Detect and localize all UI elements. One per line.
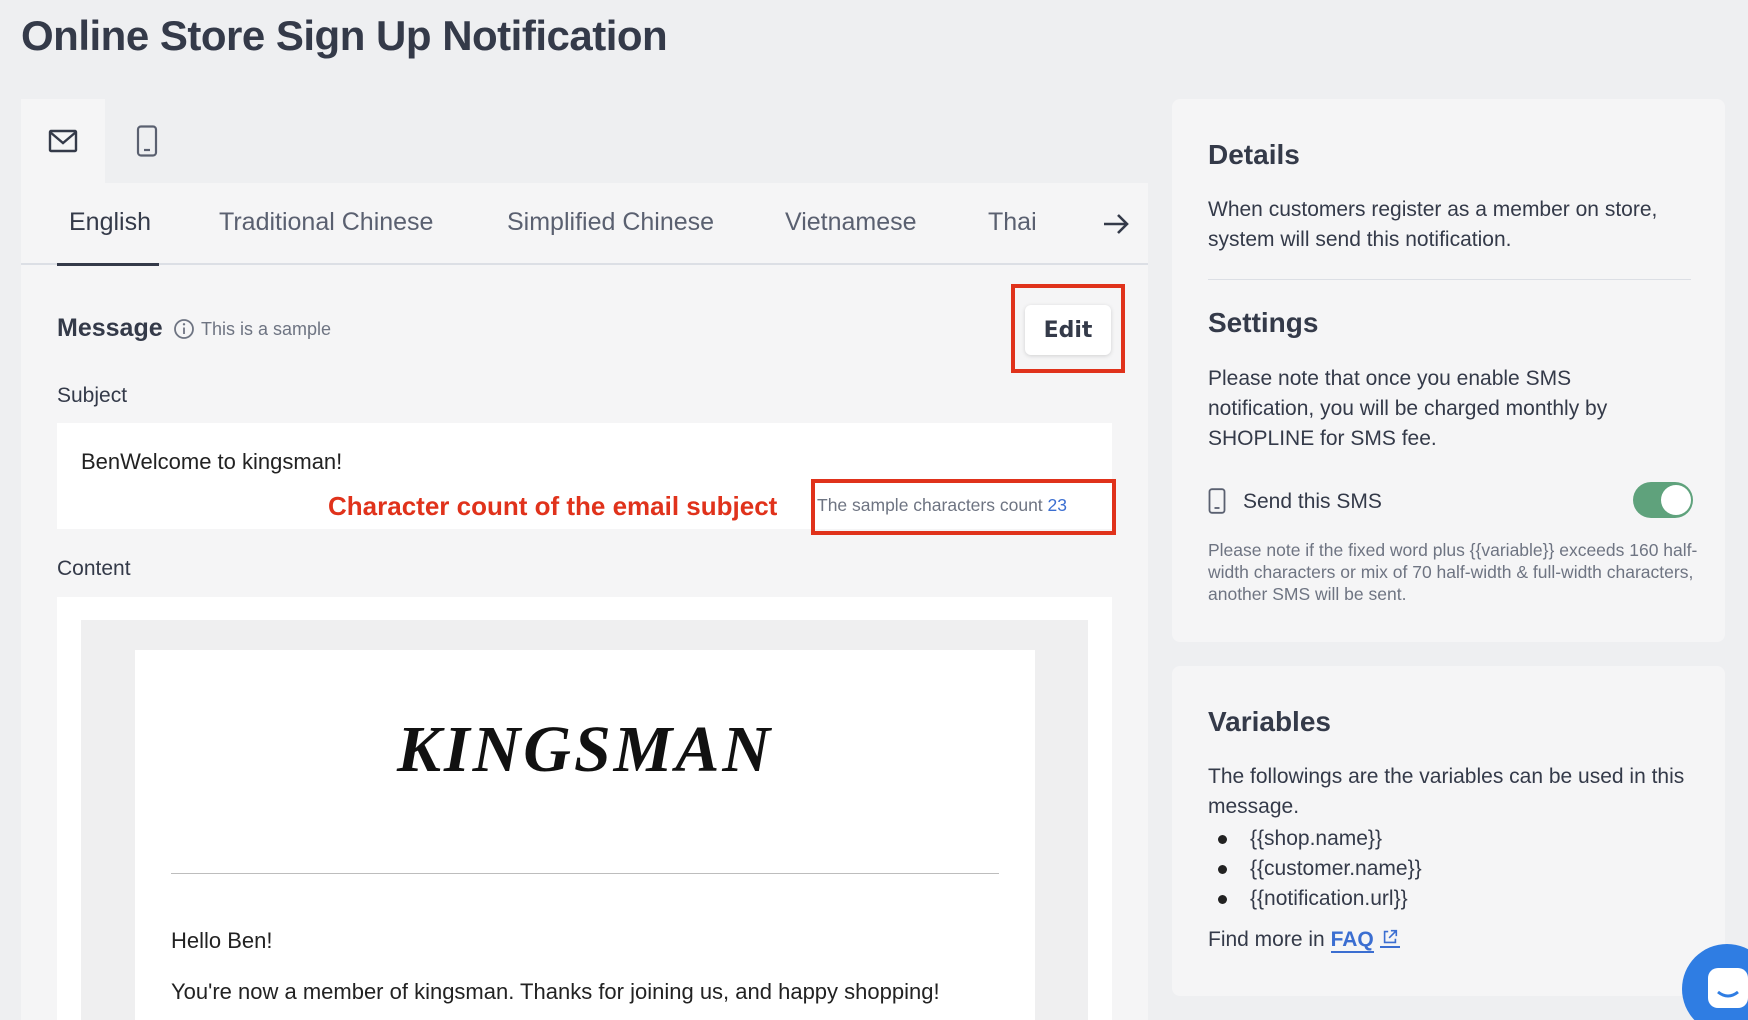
active-tab-indicator <box>57 263 159 266</box>
divider <box>1208 279 1691 280</box>
subject-value: BenWelcome to kingsman! <box>81 449 343 474</box>
external-link-icon[interactable] <box>1379 928 1400 948</box>
brand-logo: KINGSMAN <box>396 713 774 786</box>
faq-prefix: Find more in <box>1208 928 1325 951</box>
email-divider <box>171 873 999 874</box>
envelope-icon <box>48 129 78 153</box>
list-item: {{customer.name}} <box>1208 854 1422 884</box>
chat-icon <box>1708 968 1748 1008</box>
page-title: Online Store Sign Up Notification <box>21 12 668 59</box>
variables-intro: The followings are the variables can be … <box>1208 765 1685 818</box>
message-heading: Message <box>57 314 163 342</box>
details-heading: Details <box>1208 139 1300 170</box>
mobile-phone-icon <box>136 125 158 157</box>
settings-text: Please note that once you enable SMS not… <box>1208 367 1608 450</box>
tab-traditional-chinese[interactable]: Traditional Chinese <box>219 183 433 265</box>
channel-tabs <box>21 99 1148 183</box>
variables-list: {{shop.name}} {{customer.name}} {{notifi… <box>1208 824 1422 914</box>
email-preview: KINGSMAN Hello Ben! You're now a member … <box>135 650 1035 1020</box>
tab-email[interactable] <box>21 99 105 183</box>
tab-english[interactable]: English <box>69 183 151 265</box>
details-text: When customers register as a member on s… <box>1208 198 1658 251</box>
variables-heading: Variables <box>1208 706 1331 737</box>
tab-vietnamese[interactable]: Vietnamese <box>785 183 917 265</box>
character-count-value: 23 <box>1047 495 1068 515</box>
tab-simplified-chinese[interactable]: Simplified Chinese <box>507 183 714 265</box>
variables-card: Variables The followings are the variabl… <box>1172 666 1725 996</box>
message-panel: English Traditional Chinese Simplified C… <box>21 99 1148 1020</box>
tab-thai[interactable]: Thai <box>988 183 1037 265</box>
language-tabs: English Traditional Chinese Simplified C… <box>21 183 1148 266</box>
send-sms-toggle[interactable] <box>1633 482 1693 518</box>
list-item: {{shop.name}} <box>1208 824 1422 854</box>
sms-toggle-label: Send this SMS <box>1243 490 1382 513</box>
faq-row: Find more in FAQ <box>1208 928 1400 953</box>
character-count-annotation: Character count of the email subject <box>328 491 778 521</box>
arrow-right-icon[interactable] <box>1101 209 1131 239</box>
mobile-phone-icon <box>1208 488 1226 514</box>
subject-label: Subject <box>57 384 128 407</box>
edit-button[interactable]: Edit <box>1025 305 1111 355</box>
details-card: Details When customers register as a mem… <box>1172 99 1725 642</box>
content-label: Content <box>57 557 131 580</box>
email-greeting: Hello Ben! <box>171 928 273 953</box>
settings-heading: Settings <box>1208 307 1319 338</box>
sample-note: This is a sample <box>201 319 332 339</box>
email-body-text: You're now a member of kingsman. Thanks … <box>171 979 940 1004</box>
character-count-label: The sample characters count <box>817 495 1043 515</box>
faq-link[interactable]: FAQ <box>1330 928 1374 953</box>
info-icon <box>174 319 194 339</box>
sms-setting-row: Send this SMS <box>1208 482 1693 522</box>
list-item: {{notification.url}} <box>1208 884 1422 914</box>
character-count: The sample characters count 23 <box>817 495 1067 516</box>
toggle-knob <box>1661 485 1691 515</box>
sms-note: Please note if the fixed word plus {{var… <box>1208 540 1698 604</box>
tab-sms[interactable] <box>105 99 189 183</box>
